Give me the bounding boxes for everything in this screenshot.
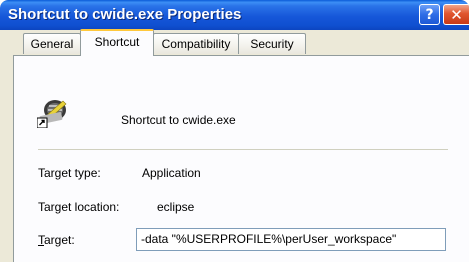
target-type-label: Target type:: [38, 166, 101, 180]
title-bar[interactable]: Shortcut to cwide.exe Properties ? ✕: [0, 0, 469, 30]
tab-security[interactable]: Security: [238, 33, 306, 54]
help-icon: ?: [425, 6, 434, 23]
window-title: Shortcut to cwide.exe Properties: [8, 6, 242, 23]
shortcut-name: Shortcut to cwide.exe: [121, 113, 236, 127]
target-label: Target:: [38, 233, 75, 247]
target-label-rest: arget:: [44, 233, 75, 247]
tab-compatibility[interactable]: Compatibility: [153, 33, 239, 54]
eclipse-app-icon: [37, 100, 67, 128]
target-field[interactable]: -data "%USERPROFILE%\perUser_workspace": [136, 228, 446, 251]
target-location-value: eclipse: [157, 200, 195, 214]
separator: [38, 149, 448, 150]
target-type-value: Application: [142, 166, 201, 180]
target-location-label: Target location:: [38, 200, 120, 214]
properties-dialog: Shortcut to cwide.exe Properties ? ✕ Gen…: [0, 0, 469, 262]
close-button[interactable]: ✕: [443, 4, 469, 25]
close-icon: ✕: [450, 5, 463, 24]
tab-general[interactable]: General: [23, 33, 81, 54]
help-button[interactable]: ?: [419, 4, 440, 25]
tab-shortcut[interactable]: Shortcut: [80, 29, 154, 56]
